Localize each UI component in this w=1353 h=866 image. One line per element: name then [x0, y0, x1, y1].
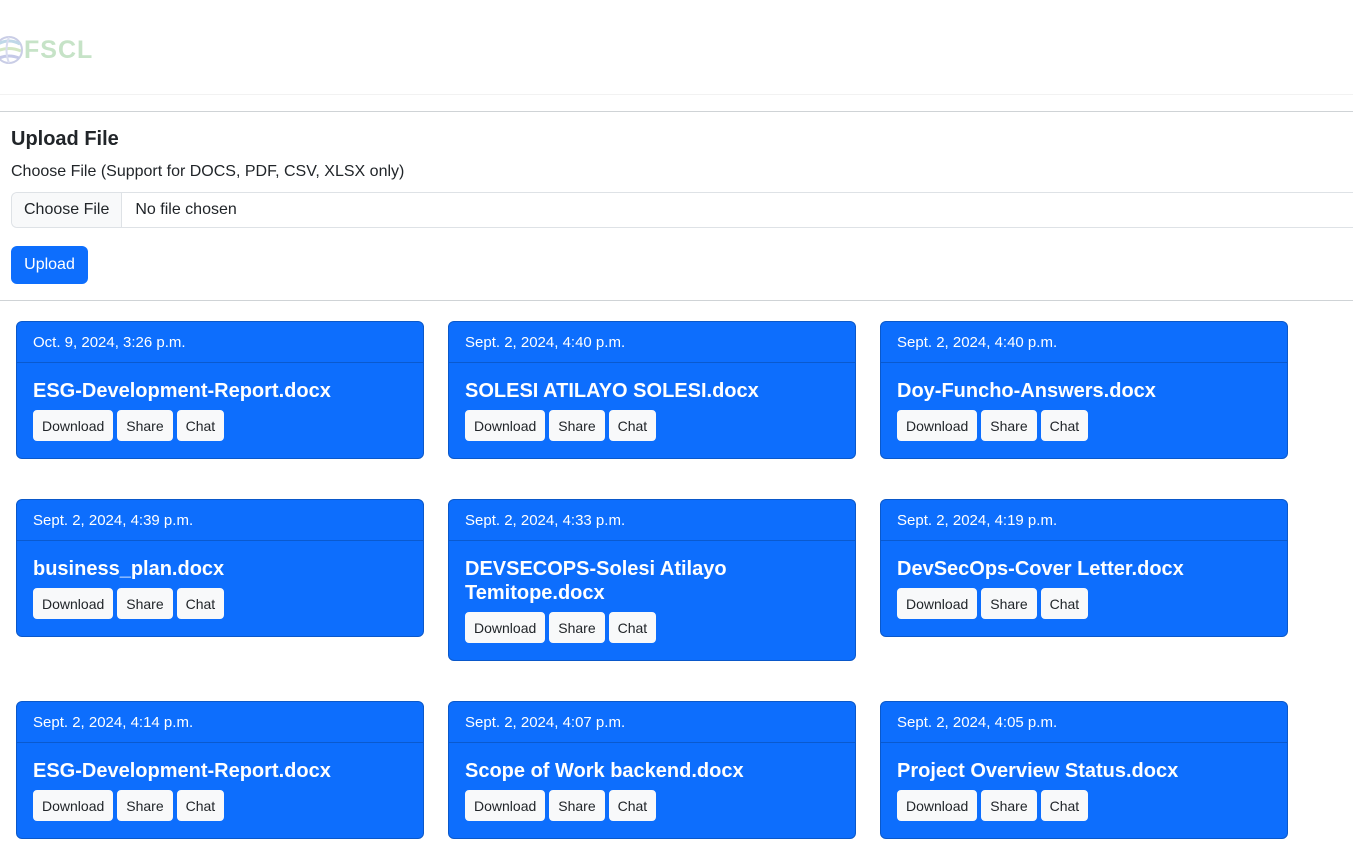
download-button[interactable]: Download: [33, 790, 114, 821]
file-date: Sept. 2, 2024, 4:19 p.m.: [881, 500, 1287, 541]
file-name: ESG-Development-Report.docx: [33, 380, 331, 402]
download-button[interactable]: Download: [465, 410, 546, 441]
upload-label: Choose File (Support for DOCS, PDF, CSV,…: [11, 163, 405, 180]
file-name: DEVSECOPS-Solesi Atilayo Temitope.docx: [465, 558, 727, 604]
file-input[interactable]: Choose File No file chosen: [11, 192, 1353, 228]
file-name: DevSecOps-Cover Letter.docx: [897, 558, 1184, 580]
file-card: Sept. 2, 2024, 4:40 p.m. Doy-Funcho-Answ…: [880, 321, 1288, 459]
file-card: Sept. 2, 2024, 4:39 p.m. business_plan.d…: [16, 499, 424, 637]
download-button[interactable]: Download: [897, 790, 978, 821]
chat-button[interactable]: Chat: [1040, 588, 1089, 619]
share-button[interactable]: Share: [549, 410, 605, 441]
logo[interactable]: FSCL: [0, 32, 93, 68]
chat-button[interactable]: Chat: [608, 410, 657, 441]
file-name: business_plan.docx: [33, 558, 225, 580]
chat-button[interactable]: Chat: [608, 612, 657, 643]
upload-title: Upload File: [11, 128, 119, 150]
file-card: Sept. 2, 2024, 4:07 p.m. Scope of Work b…: [448, 701, 856, 839]
chat-button[interactable]: Chat: [1040, 410, 1089, 441]
share-button[interactable]: Share: [117, 588, 173, 619]
file-date: Sept. 2, 2024, 4:07 p.m.: [449, 702, 855, 743]
file-name: Doy-Funcho-Answers.docx: [897, 380, 1156, 402]
chat-button[interactable]: Chat: [176, 588, 225, 619]
file-date: Sept. 2, 2024, 4:40 p.m.: [881, 322, 1287, 363]
file-card: Sept. 2, 2024, 4:33 p.m. DEVSECOPS-Soles…: [448, 499, 856, 661]
chat-button[interactable]: Chat: [176, 790, 225, 821]
file-date: Sept. 2, 2024, 4:39 p.m.: [17, 500, 423, 541]
file-card: Oct. 9, 2024, 3:26 p.m. ESG-Development-…: [16, 321, 424, 459]
file-name: Scope of Work backend.docx: [465, 760, 744, 782]
logo-globe-icon: [0, 36, 23, 64]
share-button[interactable]: Share: [117, 790, 173, 821]
file-card: Sept. 2, 2024, 4:40 p.m. SOLESI ATILAYO …: [448, 321, 856, 459]
download-button[interactable]: Download: [465, 790, 546, 821]
file-date: Sept. 2, 2024, 4:40 p.m.: [449, 322, 855, 363]
share-button[interactable]: Share: [981, 790, 1037, 821]
download-button[interactable]: Download: [465, 612, 546, 643]
share-button[interactable]: Share: [549, 612, 605, 643]
chat-button[interactable]: Chat: [1040, 790, 1089, 821]
chat-button[interactable]: Chat: [608, 790, 657, 821]
file-card: Sept. 2, 2024, 4:14 p.m. ESG-Development…: [16, 701, 424, 839]
file-name: ESG-Development-Report.docx: [33, 760, 331, 782]
file-date: Sept. 2, 2024, 4:05 p.m.: [881, 702, 1287, 743]
share-button[interactable]: Share: [981, 588, 1037, 619]
file-card: Sept. 2, 2024, 4:05 p.m. Project Overvie…: [880, 701, 1288, 839]
share-button[interactable]: Share: [549, 790, 605, 821]
download-button[interactable]: Download: [33, 410, 114, 441]
choose-file-button[interactable]: Choose File: [12, 193, 123, 227]
page: FSCL Upload File Choose File (Support fo…: [0, 0, 1353, 866]
file-date: Sept. 2, 2024, 4:14 p.m.: [17, 702, 423, 743]
chat-button[interactable]: Chat: [176, 410, 225, 441]
header: FSCL: [0, 0, 1353, 95]
download-button[interactable]: Download: [33, 588, 114, 619]
file-date: Oct. 9, 2024, 3:26 p.m.: [17, 322, 423, 363]
file-name: Project Overview Status.docx: [897, 760, 1179, 782]
upload-button[interactable]: Upload: [11, 246, 88, 284]
divider: [0, 300, 1353, 301]
file-status: No file chosen: [135, 201, 237, 218]
share-button[interactable]: Share: [981, 410, 1037, 441]
logo-text: FSCL: [24, 35, 94, 64]
divider: [0, 111, 1353, 112]
file-name: SOLESI ATILAYO SOLESI.docx: [465, 380, 759, 402]
download-button[interactable]: Download: [897, 588, 978, 619]
file-card: Sept. 2, 2024, 4:19 p.m. DevSecOps-Cover…: [880, 499, 1288, 637]
download-button[interactable]: Download: [897, 410, 978, 441]
share-button[interactable]: Share: [117, 410, 173, 441]
file-date: Sept. 2, 2024, 4:33 p.m.: [449, 500, 855, 541]
